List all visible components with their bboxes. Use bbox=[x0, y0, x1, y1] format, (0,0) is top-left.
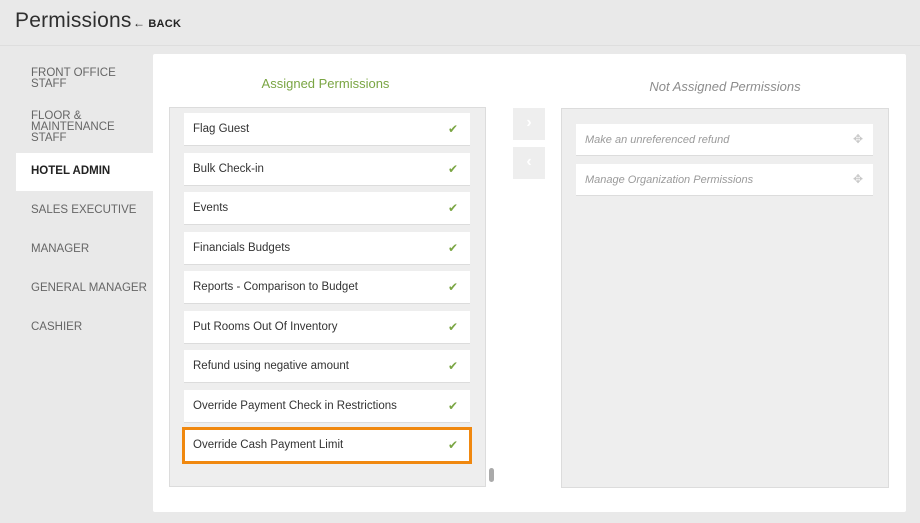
sidebar-item-sales-executive[interactable]: SALES EXECUTIVE bbox=[16, 191, 153, 230]
scrollbar-thumb[interactable] bbox=[489, 468, 494, 482]
drag-handle-icon[interactable]: ✥ bbox=[853, 172, 863, 186]
page-title: Permissions bbox=[15, 9, 132, 32]
sidebar-item-label: CASHIER bbox=[31, 321, 83, 333]
sidebar-item-label: MANAGER bbox=[31, 243, 90, 255]
checkmark-icon: ✔ bbox=[447, 359, 458, 373]
list-item[interactable]: Flag Guest ✔ bbox=[184, 113, 470, 146]
assigned-permissions-heading: Assigned Permissions bbox=[261, 76, 390, 91]
sidebar-item-label: HOTEL ADMIN bbox=[31, 165, 111, 177]
drag-handle-icon[interactable]: ✥ bbox=[853, 132, 863, 146]
not-assigned-permissions-heading: Not Assigned Permissions bbox=[649, 79, 801, 94]
permissions-panel: Assigned Permissions Not Assigned Permis… bbox=[153, 54, 906, 512]
checkmark-icon: ✔ bbox=[447, 438, 458, 452]
checkmark-icon: ✔ bbox=[447, 122, 458, 136]
permission-label: Events bbox=[193, 202, 229, 214]
not-assigned-permissions-list[interactable]: Make an unreferenced refund ✥ Manage Org… bbox=[561, 108, 889, 488]
back-button[interactable]: ← BACK bbox=[133, 16, 181, 30]
checkmark-icon: ✔ bbox=[447, 280, 458, 294]
sidebar-item-label: SALES EXECUTIVE bbox=[31, 204, 137, 216]
sidebar-item-label: GENERAL MANAGER bbox=[31, 282, 147, 294]
list-item[interactable]: Make an unreferenced refund ✥ bbox=[576, 124, 873, 156]
list-item[interactable]: Put Rooms Out Of Inventory ✔ bbox=[184, 311, 470, 344]
permission-label: Flag Guest bbox=[193, 123, 250, 135]
list-item[interactable]: Financials Budgets ✔ bbox=[184, 232, 470, 265]
sidebar-item-general-manager[interactable]: GENERAL MANAGER bbox=[16, 269, 153, 308]
list-item[interactable]: Bulk Check-in ✔ bbox=[184, 153, 470, 186]
list-item[interactable]: Events ✔ bbox=[184, 192, 470, 225]
checkmark-icon: ✔ bbox=[447, 162, 458, 176]
role-sidebar: FRONT OFFICE STAFF FLOOR & MAINTENANCE S… bbox=[16, 58, 153, 347]
back-label: BACK bbox=[148, 18, 182, 30]
permission-label: Make an unreferenced refund bbox=[585, 134, 730, 146]
permission-label: Financials Budgets bbox=[193, 242, 291, 254]
checkmark-icon: ✔ bbox=[447, 399, 458, 413]
permission-label: Manage Organization Permissions bbox=[585, 174, 754, 186]
permission-label: Override Cash Payment Limit bbox=[193, 439, 344, 451]
permission-label: Reports - Comparison to Budget bbox=[193, 281, 358, 293]
sidebar-item-label: FLOOR & MAINTENANCE STAFF bbox=[31, 110, 115, 144]
checkmark-icon: ✔ bbox=[447, 320, 458, 334]
sidebar-item-floor-maintenance-staff[interactable]: FLOOR & MAINTENANCE STAFF bbox=[16, 102, 153, 153]
list-item[interactable]: Manage Organization Permissions ✥ bbox=[576, 164, 873, 196]
move-left-button[interactable]: ‹ bbox=[513, 147, 545, 179]
permission-label: Refund using negative amount bbox=[193, 360, 349, 372]
sidebar-item-label: FRONT OFFICE STAFF bbox=[31, 67, 116, 90]
checkmark-icon: ✔ bbox=[447, 241, 458, 255]
sidebar-item-front-office-staff[interactable]: FRONT OFFICE STAFF bbox=[16, 58, 153, 102]
list-item[interactable]: Reports - Comparison to Budget ✔ bbox=[184, 271, 470, 304]
permission-label: Put Rooms Out Of Inventory bbox=[193, 321, 338, 333]
list-item[interactable]: Override Payment Check in Restrictions ✔ bbox=[184, 390, 470, 423]
chevron-right-icon: › bbox=[526, 114, 532, 131]
checkmark-icon: ✔ bbox=[447, 201, 458, 215]
permission-label: Bulk Check-in bbox=[193, 163, 264, 175]
chevron-left-icon: ‹ bbox=[526, 153, 532, 170]
list-item-selected[interactable]: Override Cash Payment Limit ✔ bbox=[182, 427, 472, 464]
page-header: Permissions ← BACK bbox=[0, 0, 920, 46]
sidebar-item-hotel-admin[interactable]: HOTEL ADMIN bbox=[16, 153, 153, 191]
move-right-button[interactable]: › bbox=[513, 108, 545, 140]
permission-label: Override Payment Check in Restrictions bbox=[193, 400, 397, 412]
assigned-permissions-list[interactable]: Flag Guest ✔ Bulk Check-in ✔ Events ✔ Fi… bbox=[169, 107, 486, 487]
arrow-left-icon: ← bbox=[133, 16, 146, 30]
sidebar-item-manager[interactable]: MANAGER bbox=[16, 230, 153, 269]
sidebar-item-cashier[interactable]: CASHIER bbox=[16, 308, 153, 347]
list-item[interactable]: Refund using negative amount ✔ bbox=[184, 350, 470, 383]
